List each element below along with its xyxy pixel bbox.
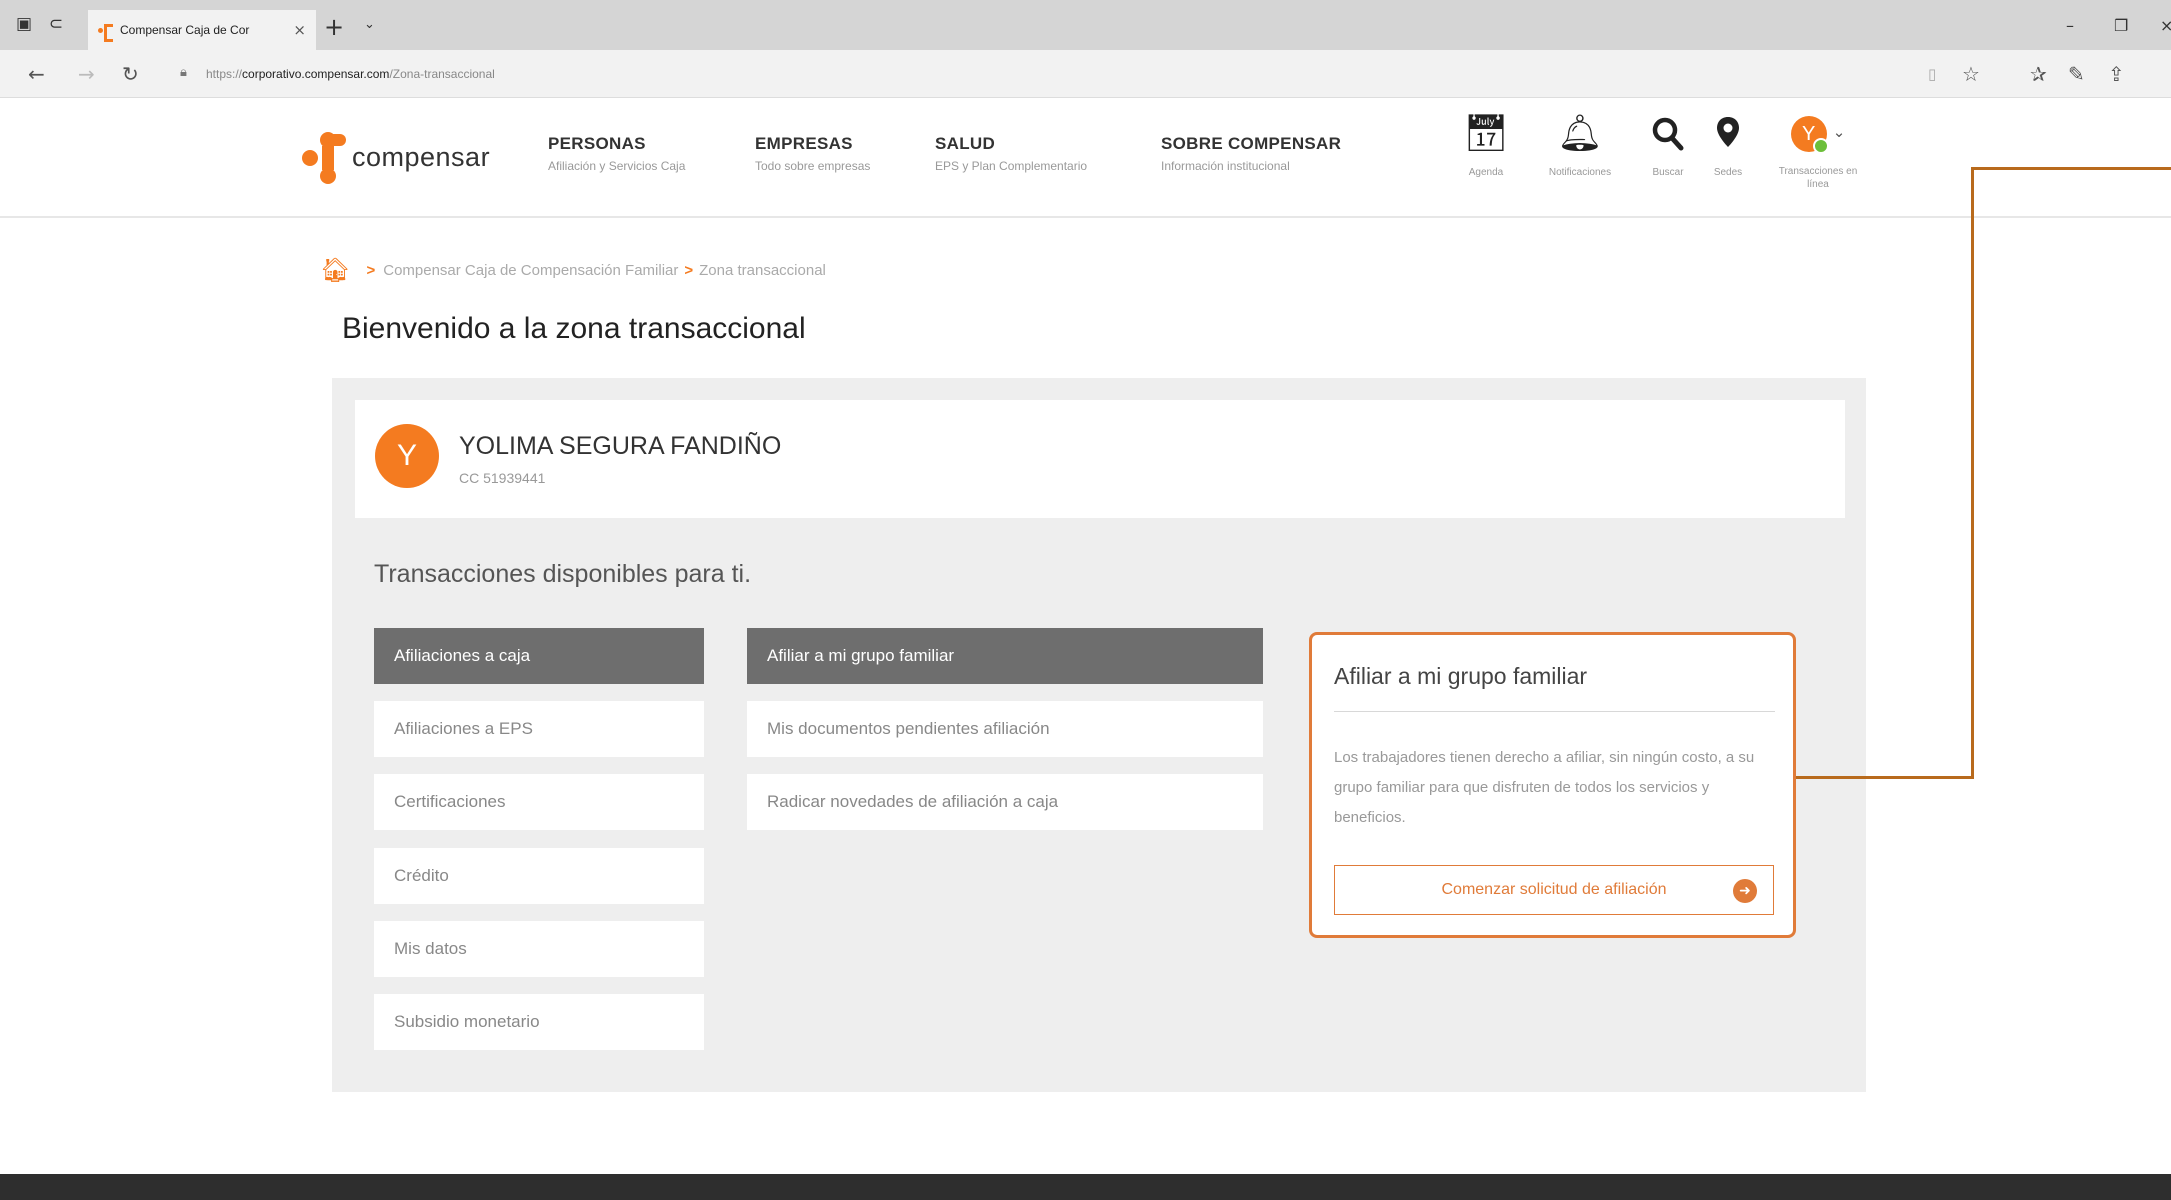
url-prefix: https:// [206,67,243,81]
category-mis-datos[interactable]: Mis datos [374,921,704,977]
url-field[interactable]: https://corporativo.compensar.com/Zona-t… [206,67,495,81]
nav-personas-subtitle: Afiliación y Servicios Caja [548,159,686,173]
tab-preview-icon[interactable]: ⊂ [46,15,66,33]
close-window-icon[interactable]: × [2160,16,2171,35]
nav-empresas-title: EMPRESAS [755,134,853,153]
nav-sobre-compensar-title: SOBRE COMPENSAR [1161,134,1342,153]
transactions-title: Transacciones disponibles para ti. [374,560,752,588]
search-icon [1642,113,1694,155]
category-credito[interactable]: Crédito [374,848,704,904]
url-path: /Zona-transaccional [389,67,495,81]
tab-actions-icon[interactable]: ▣ [14,15,34,33]
nav-empresas-subtitle: Todo sobre empresas [755,159,871,173]
lock-icon: 🔒︎ [180,65,187,80]
callout-connector-bottom [1796,776,1974,779]
home-icon[interactable]: 🏠︎ [320,256,350,284]
start-affiliation-label: Comenzar solicitud de afiliación [1441,881,1667,898]
sedes-button[interactable]: Sedes [1706,113,1750,178]
nav-sobre-compensar[interactable]: SOBRE COMPENSAR Información instituciona… [1161,134,1341,173]
notes-pen-icon[interactable]: ✎ [2068,62,2085,86]
bell-icon: 🔔︎ [1557,113,1603,154]
callout-connector-vertical [1971,168,1974,779]
nav-salud[interactable]: SALUD EPS y Plan Complementario [935,134,1087,173]
back-icon[interactable]: ← [28,62,45,86]
agenda-label: Agenda [1468,167,1504,178]
info-card: Afiliar a mi grupo familiar Los trabajad… [1309,632,1796,938]
forward-icon[interactable]: → [78,62,95,86]
tab-list-chevron-icon[interactable]: ⌄ [364,17,375,32]
browser-tab[interactable]: Compensar Caja de Cor × [88,10,316,50]
nav-salud-subtitle: EPS y Plan Complementario [935,159,1088,173]
compensar-logo[interactable]: compensar [302,130,502,186]
minimize-icon[interactable]: – [2066,16,2074,35]
callout-connector-top [1971,167,2171,170]
tab-title: Compensar Caja de Cor [120,23,250,37]
browser-tab-bar: ▣ ⊂ Compensar Caja de Cor × + ⌄ – ❐ × [0,0,2171,50]
share-icon[interactable]: ⇪ [2108,62,2125,86]
buscar-button[interactable]: Buscar [1642,113,1694,178]
site-footer [0,1174,2171,1200]
user-name: YOLIMA SEGURA FANDIÑO [459,432,782,460]
breadcrumb-separator: > [684,261,694,279]
breadcrumb-item-compensar[interactable]: Compensar Caja de Compensación Familiar [383,262,678,279]
option-afiliar-grupo-familiar[interactable]: Afiliar a mi grupo familiar [747,628,1263,684]
option-documentos-pendientes[interactable]: Mis documentos pendientes afiliación [747,701,1263,757]
site-header: compensar PERSONAS Afiliación y Servicio… [0,98,2171,218]
divider [1334,711,1775,712]
category-certificaciones[interactable]: Certificaciones [374,774,704,830]
nav-personas[interactable]: PERSONAS Afiliación y Servicios Caja [548,134,685,173]
new-tab-button[interactable]: + [324,13,344,41]
reading-view-icon[interactable]: ▯ [1928,65,1936,83]
start-affiliation-button[interactable]: Comenzar solicitud de afiliación ➜ [1334,865,1774,915]
user-avatar-small: Y [1790,116,1829,154]
location-pin-icon [1706,113,1750,155]
breadcrumb: 🏠︎ > Compensar Caja de Compensación Fami… [320,256,826,284]
category-afiliaciones-eps[interactable]: Afiliaciones a EPS [374,701,704,757]
compensar-favicon-icon [98,23,113,42]
nav-salud-title: SALUD [935,134,996,153]
info-card-description: Los trabajadores tienen derecho a afilia… [1334,749,1755,826]
refresh-icon[interactable]: ↻ [122,62,139,86]
transacciones-en-linea-label: Transacciones en línea [1778,166,1858,190]
buscar-label: Buscar [1652,167,1684,178]
url-host: corporativo.compensar.com [242,67,390,81]
calendar-icon: 📅︎ [1463,113,1509,154]
restore-icon[interactable]: ❐ [2114,16,2128,35]
info-card-title: Afiliar a mi grupo familiar [1334,663,1588,689]
notificaciones-label: Notificaciones [1548,167,1612,178]
page-title: Bienvenido a la zona transaccional [342,312,806,345]
logo-text: compensar [352,142,491,172]
agenda-button[interactable]: 📅︎ Agenda [1460,113,1512,178]
category-afiliaciones-caja[interactable]: Afiliaciones a caja [374,628,704,684]
breadcrumb-separator: > [366,261,376,279]
nav-sobre-compensar-subtitle: Información institucional [1161,159,1290,173]
browser-address-bar: ← → ↻ 🔒︎ https://corporativo.compensar.c… [0,50,2171,98]
tab-close-icon[interactable]: × [293,21,306,39]
user-menu-button[interactable]: Y ⌄ Transacciones en línea [1770,113,1866,191]
nav-personas-title: PERSONAS [548,134,646,153]
chevron-down-icon: ⌄ [1832,123,1846,141]
sedes-label: Sedes [1713,167,1743,178]
category-subsidio-monetario[interactable]: Subsidio monetario [374,994,704,1050]
nav-empresas[interactable]: EMPRESAS Todo sobre empresas [755,134,870,173]
arrow-right-circle-icon: ➜ [1733,879,1757,903]
avatar: Y [375,424,439,488]
breadcrumb-item-zona: Zona transaccional [699,261,826,279]
option-radicar-novedades[interactable]: Radicar novedades de afiliación a caja [747,774,1263,830]
user-document: CC 51939441 [459,470,546,486]
favorite-star-icon[interactable]: ☆ [1962,62,1980,86]
notificaciones-button[interactable]: 🔔︎ Notificaciones [1530,113,1630,178]
favorites-bar-icon[interactable]: ✰ [2030,62,2047,86]
user-card: Y YOLIMA SEGURA FANDIÑO CC 51939441 [355,400,1845,518]
